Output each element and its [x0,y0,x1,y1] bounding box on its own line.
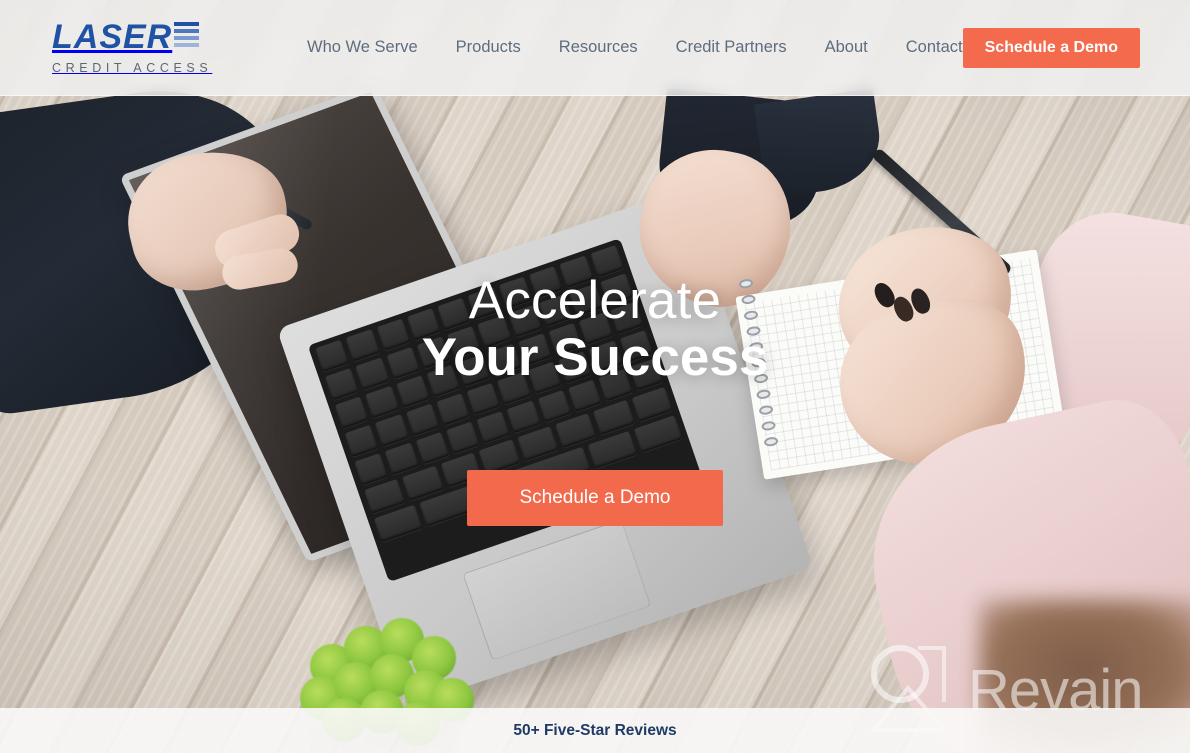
hero-heading-line-2: Your Success [421,328,769,387]
reviews-count-label: 50+ Five-Star Reviews [513,721,677,739]
nav-item-about[interactable]: About [825,38,868,57]
brand-logo-row: LASER [52,20,225,54]
nav-item-products[interactable]: Products [456,38,521,57]
hero-section: Accelerate Your Success Schedule a Demo [0,96,1190,708]
brand-tagline: CREDIT ACCESS [52,61,213,75]
reviews-bar: 50+ Five-Star Reviews [0,708,1190,753]
stacked-bars-icon [174,22,200,47]
hero-heading: Accelerate Your Success [422,274,769,384]
nav-item-resources[interactable]: Resources [559,38,638,57]
nav-item-contact[interactable]: Contact [906,38,963,57]
brand-wordmark: LASER [52,18,173,56]
nav-item-who-we-serve[interactable]: Who We Serve [307,38,418,57]
brand-logo[interactable]: LASER CREDIT ACCESS [52,20,225,75]
hero-schedule-demo-button[interactable]: Schedule a Demo [467,470,723,526]
header-schedule-demo-button[interactable]: Schedule a Demo [962,27,1140,68]
nav-item-credit-partners[interactable]: Credit Partners [676,38,787,57]
page-root: LASER CREDIT ACCESS Who We Serve Product… [0,0,1190,753]
hero-heading-line-1: Accelerate [468,271,722,330]
site-header: LASER CREDIT ACCESS Who We Serve Product… [0,0,1190,96]
main-navigation: Who We Serve Products Resources Credit P… [307,38,963,57]
